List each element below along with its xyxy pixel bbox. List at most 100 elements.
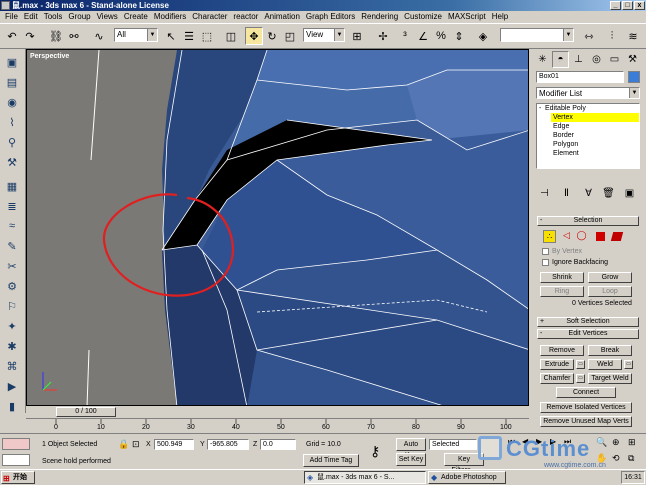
close-button[interactable]: x <box>634 1 645 10</box>
object-name-field[interactable]: Box01 <box>536 71 624 83</box>
remove-isolated-vertices-button[interactable]: Remove Isolated Vertices <box>540 402 632 413</box>
select-object-icon[interactable]: ↖ <box>162 27 180 45</box>
soft-body-modifier-icon[interactable]: ✱ <box>3 337 21 355</box>
select-move-icon[interactable]: ✥ <box>245 27 263 45</box>
modify-tab-icon[interactable]: ◓ <box>552 51 569 68</box>
pivot-center-icon[interactable]: ⊞ <box>348 27 366 45</box>
menu-file[interactable]: File <box>2 11 21 23</box>
soft-body-icon[interactable]: ◉ <box>3 93 21 111</box>
zoom-extents-icon[interactable]: ⊞ <box>628 437 636 448</box>
undo-icon[interactable]: ↶ <box>3 27 21 45</box>
menu-modifiers[interactable]: Modifiers <box>151 11 189 23</box>
select-rotate-icon[interactable]: ↻ <box>263 27 281 45</box>
constraint-icon[interactable]: ⚲ <box>3 133 21 151</box>
loop-button[interactable]: Loop <box>588 286 632 297</box>
remove-modifier-icon[interactable]: 🗑 <box>600 185 617 202</box>
preview-animation-icon[interactable]: ▶ <box>3 377 21 395</box>
grow-button[interactable]: Grow <box>588 272 632 283</box>
menu-tools[interactable]: Tools <box>41 11 66 23</box>
chamfer-button[interactable]: Chamfer <box>540 373 574 384</box>
rope-icon[interactable]: ⌇ <box>3 113 21 131</box>
rope-modifier-icon[interactable]: ⌘ <box>3 357 21 375</box>
select-scale-icon[interactable]: ◰ <box>281 27 299 45</box>
water-icon[interactable]: ≈ <box>3 217 21 235</box>
edge-level-icon[interactable]: ◁ <box>560 230 573 243</box>
angle-snap-icon[interactable]: ∠ <box>414 27 432 45</box>
taskbar-item-3dsmax[interactable]: ◈ 鼠.max - 3ds max 6 - S... <box>304 471 426 484</box>
maximize-button[interactable]: □ <box>622 1 633 10</box>
app-icon[interactable] <box>1 1 10 10</box>
set-key-button[interactable]: Set Key <box>396 453 426 466</box>
stack-item-editable-poly[interactable]: Editable Poly <box>545 104 586 113</box>
layer-manager-icon[interactable]: ≋ <box>624 27 642 45</box>
edit-vertices-rollout-header[interactable]: - Edit Vertices <box>537 329 639 339</box>
stack-item-element[interactable]: Element <box>553 149 579 158</box>
menu-animation[interactable]: Animation <box>261 11 303 23</box>
menu-views[interactable]: Views <box>94 11 121 23</box>
menu-character[interactable]: Character <box>189 11 230 23</box>
menu-graph-editors[interactable]: Graph Editors <box>303 11 358 23</box>
menu-reactor[interactable]: reactor <box>230 11 261 23</box>
connect-button[interactable]: Connect <box>556 387 616 398</box>
extrude-settings-icon[interactable]: ▭ <box>576 360 585 369</box>
deforming-mesh-icon[interactable]: ▦ <box>3 177 21 195</box>
toy-car-icon[interactable]: ⚐ <box>3 297 21 315</box>
named-selection-icon[interactable]: ◈ <box>474 27 492 45</box>
collapse-minus-icon[interactable]: - <box>539 105 541 112</box>
align-icon[interactable]: ⫶ <box>603 27 621 45</box>
soft-selection-rollout-header[interactable]: + Soft Selection <box>537 317 639 327</box>
spring-icon[interactable]: ≣ <box>3 197 21 215</box>
percent-snap-icon[interactable]: % <box>432 27 450 45</box>
y-coordinate-field[interactable]: -965.805 <box>207 439 249 450</box>
reference-coordinate-dropdown[interactable]: View ▼ <box>303 28 345 42</box>
minimize-button[interactable]: _ <box>610 1 621 10</box>
menu-group[interactable]: Group <box>65 11 93 23</box>
menu-maxscript[interactable]: MAXScript <box>445 11 489 23</box>
create-tab-icon[interactable]: ✳ <box>534 51 551 68</box>
remove-button[interactable]: Remove <box>540 345 584 356</box>
snaps-toggle-icon[interactable]: ³ <box>396 27 414 45</box>
select-by-name-icon[interactable]: ☰ <box>180 27 198 45</box>
vertex-level-icon[interactable]: ∴ <box>543 230 556 243</box>
cloth-modifier-icon[interactable]: ✦ <box>3 317 21 335</box>
create-animation-icon[interactable]: ▮ <box>3 397 21 415</box>
maxscript-listener-input[interactable] <box>2 454 30 466</box>
maximize-viewport-icon[interactable]: ⧉ <box>628 453 634 464</box>
display-tab-icon[interactable]: ▭ <box>606 51 623 68</box>
fracture-icon[interactable]: ✂ <box>3 257 21 275</box>
select-manipulate-icon[interactable]: ✢ <box>374 27 392 45</box>
stack-item-polygon[interactable]: Polygon <box>553 140 578 149</box>
add-time-tag-button[interactable]: Add Time Tag <box>303 454 359 467</box>
weld-settings-icon[interactable]: ▭ <box>624 360 633 369</box>
lock-icon[interactable]: 🔒 <box>118 439 129 450</box>
pin-stack-icon[interactable]: ⊣ <box>536 185 553 202</box>
wind-icon[interactable]: ✎ <box>3 237 21 255</box>
perspective-viewport[interactable]: Perspective <box>26 49 529 406</box>
x-coordinate-field[interactable]: 500.949 <box>154 439 194 450</box>
menu-help[interactable]: Help <box>489 11 511 23</box>
mirror-icon[interactable]: ⇿ <box>580 27 598 45</box>
cloth-collection-icon[interactable]: ▤ <box>3 73 21 91</box>
remove-unused-map-verts-button[interactable]: Remove Unused Map Verts <box>540 416 632 427</box>
shrink-button[interactable]: Shrink <box>540 272 584 283</box>
auto-key-button[interactable]: Auto Key <box>396 438 426 459</box>
by-vertex-checkbox[interactable] <box>542 248 549 255</box>
weld-button[interactable]: Weld <box>588 359 622 370</box>
z-coordinate-field[interactable]: 0.0 <box>260 439 296 450</box>
rigid-body-collection-icon[interactable]: ▣ <box>3 53 21 71</box>
unlink-icon[interactable]: ⚯ <box>65 27 83 45</box>
make-unique-icon[interactable]: ∀ <box>580 185 597 202</box>
element-level-icon[interactable] <box>610 232 624 241</box>
menu-customize[interactable]: Customize <box>401 11 445 23</box>
menu-rendering[interactable]: Rendering <box>358 11 401 23</box>
hierarchy-tab-icon[interactable]: ⊥ <box>570 51 587 68</box>
motor-icon[interactable]: ⚙ <box>3 277 21 295</box>
menu-create[interactable]: Create <box>121 11 151 23</box>
selection-filter-dropdown[interactable]: All ▼ <box>114 28 158 42</box>
hinge-icon[interactable]: ⚒ <box>3 153 21 171</box>
chamfer-settings-icon[interactable]: ▭ <box>576 374 585 383</box>
window-crossing-icon[interactable]: ◫ <box>222 27 240 45</box>
start-button[interactable]: ⊞ 开始 <box>1 471 35 484</box>
set-key-icon[interactable]: ⚷ <box>370 443 380 460</box>
ring-button[interactable]: Ring <box>540 286 584 297</box>
